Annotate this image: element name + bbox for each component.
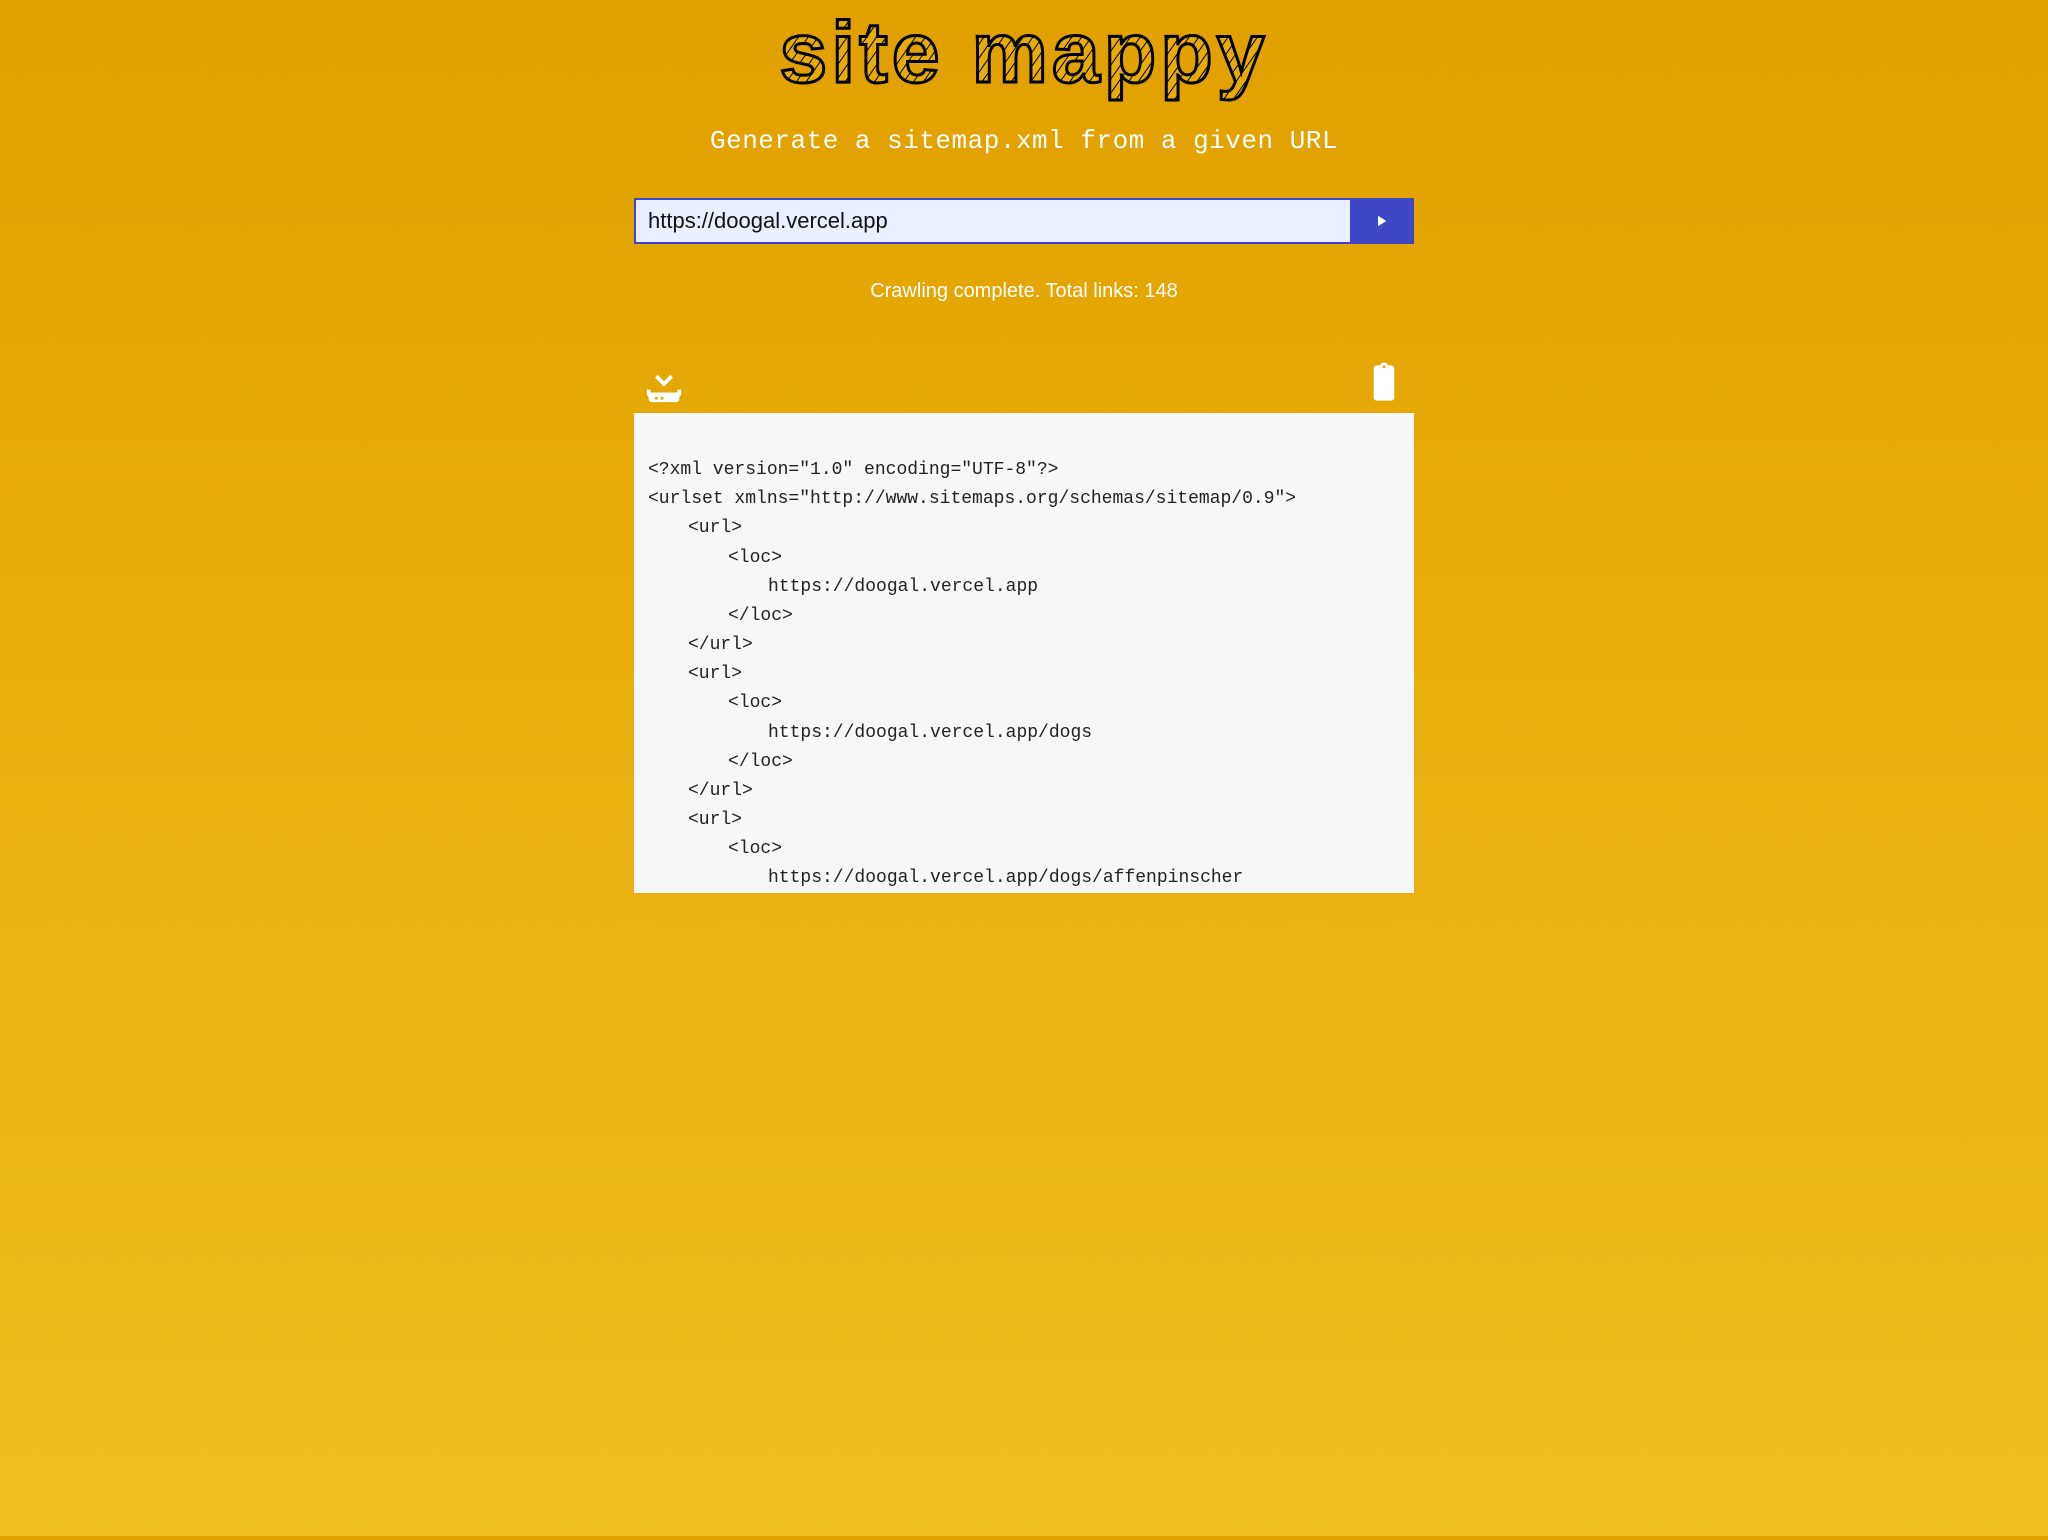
subtitle: Generate a sitemap.xml from a given URL	[634, 126, 1414, 156]
clipboard-icon	[1366, 361, 1402, 405]
xml-loc: https://doogal.vercel.app/dogs/affenpins…	[648, 864, 1400, 893]
xml-line: </loc>	[648, 748, 1400, 777]
xml-line: <url>	[648, 660, 1400, 689]
app-title: site mappy	[634, 4, 1414, 104]
url-form	[634, 198, 1414, 244]
copy-button[interactable]	[1360, 357, 1408, 405]
url-input[interactable]	[636, 200, 1350, 242]
status-text: Crawling complete. Total links: 148	[634, 280, 1414, 303]
generate-button[interactable]	[1350, 200, 1412, 242]
play-icon	[1372, 212, 1390, 230]
xml-loc: https://doogal.vercel.app/dogs	[648, 719, 1400, 748]
status-count: 148	[1144, 280, 1177, 302]
xml-line: <loc>	[648, 835, 1400, 864]
download-button[interactable]	[640, 357, 688, 405]
xml-line: <loc>	[648, 689, 1400, 718]
xml-line: </url>	[648, 631, 1400, 660]
xml-line: <urlset xmlns="http://www.sitemaps.org/s…	[648, 489, 1296, 509]
xml-line: <url>	[648, 806, 1400, 835]
xml-line: <?xml version="1.0" encoding="UTF-8"?>	[648, 460, 1058, 480]
xml-output[interactable]: <?xml version="1.0" encoding="UTF-8"?> <…	[634, 413, 1414, 893]
download-icon	[641, 359, 687, 405]
status-prefix: Crawling complete. Total links:	[870, 280, 1144, 302]
xml-line: <url>	[648, 514, 1400, 543]
logo-text: site mappy	[779, 5, 1268, 101]
xml-line: </url>	[648, 777, 1400, 806]
xml-loc: https://doogal.vercel.app	[648, 573, 1400, 602]
xml-line: </loc>	[648, 602, 1400, 631]
output-toolbar	[634, 357, 1414, 413]
xml-line: <loc>	[648, 544, 1400, 573]
